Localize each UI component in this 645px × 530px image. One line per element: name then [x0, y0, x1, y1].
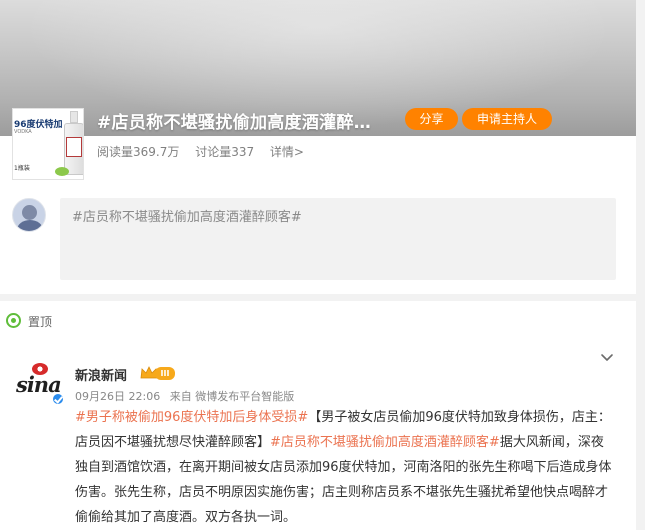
main-column: 96度伏特加 VODKA 1瓶装 #店员称不堪骚扰偷加高度酒灌醉… 分享 申请主…	[0, 0, 636, 530]
post-author[interactable]: 新浪新闻	[75, 365, 127, 384]
topic-thumbnail: 96度伏特加 VODKA 1瓶装	[12, 108, 84, 180]
chevron-down-icon[interactable]	[600, 351, 614, 365]
apply-host-button[interactable]: 申请主持人	[462, 108, 552, 130]
post-source: 来自 微博发布平台智能版	[169, 390, 295, 403]
pin-icon	[6, 313, 21, 328]
post-time[interactable]: 09月26日 22:06	[75, 390, 160, 403]
detail-link[interactable]: 详情>	[270, 145, 304, 159]
hashtag-link[interactable]: #店员称不堪骚扰偷加高度酒灌醉顾客#	[270, 435, 500, 450]
composer: #店员称不堪骚扰偷加高度酒灌醉顾客#	[0, 181, 636, 294]
hashtag-link[interactable]: #男子称被偷加96度伏特加后身体受损#	[75, 410, 308, 425]
bottle-neck	[70, 111, 78, 123]
thumbnail-label-sub: VODKA	[14, 129, 32, 135]
post-meta: 09月26日 22:06 来自 微博发布平台智能版	[75, 388, 300, 404]
lime-image	[55, 167, 69, 176]
discuss-count: 讨论量337	[195, 145, 255, 159]
avatar-head	[22, 205, 37, 220]
compose-input[interactable]: #店员称不堪骚扰偷加高度酒灌醉顾客#	[60, 198, 616, 280]
user-avatar[interactable]	[12, 198, 46, 232]
feed-card: 置顶 sina 新浪新闻 III 09月26日 22:06 来自 微博发布平台智…	[0, 301, 636, 530]
weibo-topic-page: 96度伏特加 VODKA 1瓶装 #店员称不堪骚扰偷加高度酒灌醉… 分享 申请主…	[0, 0, 645, 530]
thumbnail-label-bottom: 1瓶装	[14, 165, 30, 172]
verified-icon	[51, 392, 65, 406]
share-button[interactable]: 分享	[405, 108, 458, 130]
avatar-body	[17, 220, 43, 231]
vip-level-badge[interactable]: III	[155, 367, 175, 380]
topic-stats: 阅读量369.7万 讨论量337 详情>	[97, 143, 316, 160]
topic-title: #店员称不堪骚扰偷加高度酒灌醉…	[97, 113, 372, 133]
read-count: 阅读量369.7万	[97, 145, 180, 159]
pinned-label: 置顶	[28, 315, 53, 329]
topic-header: 96度伏特加 VODKA 1瓶装 #店员称不堪骚扰偷加高度酒灌醉… 分享 申请主…	[0, 0, 636, 181]
post-content: #男子称被偷加96度伏特加后身体受损#【男子被女店员偷加96度伏特加致身体损伤，…	[75, 405, 616, 530]
bottle-label	[66, 137, 82, 157]
